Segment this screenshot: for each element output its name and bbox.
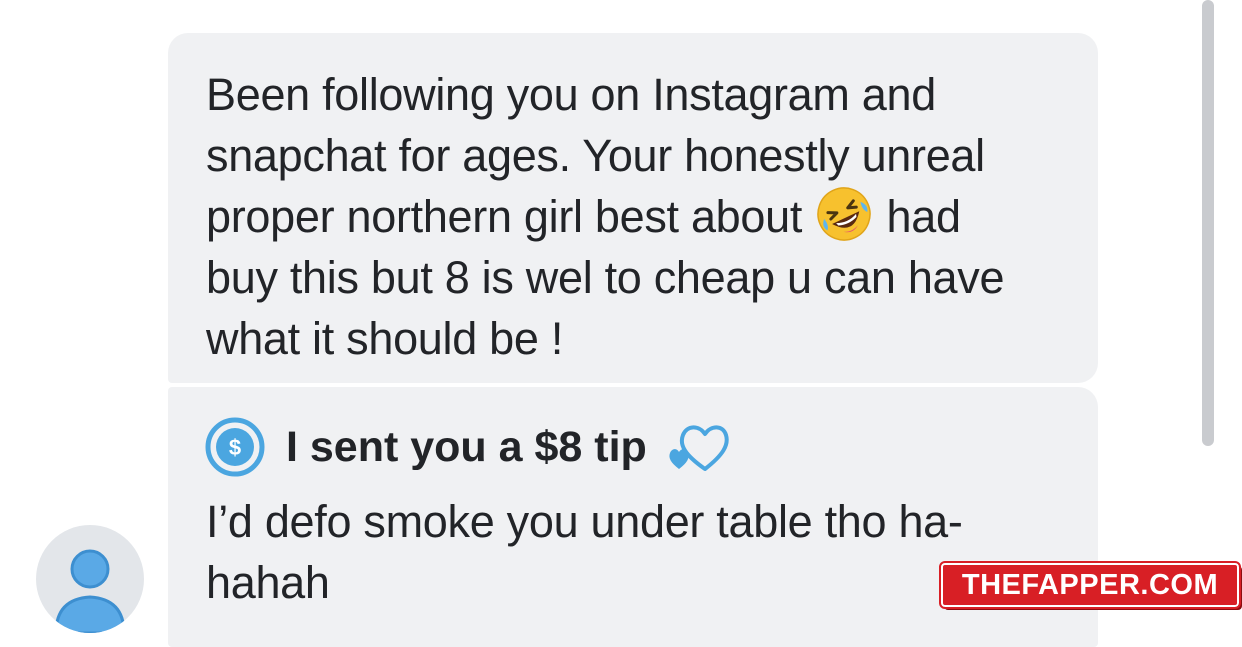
message-line: what it should be ! — [206, 313, 564, 364]
message-bubble-incoming: Been following you on Instagram and snap… — [168, 33, 1098, 383]
user-avatar[interactable] — [36, 525, 144, 633]
message-line: had — [886, 191, 961, 242]
svg-text:$: $ — [229, 435, 241, 460]
message-text: I’d defo smoke you under table tho ha- h… — [206, 491, 1068, 613]
message-line: buy this but 8 is wel to cheap u can hav… — [206, 252, 1005, 303]
tip-message-bubble: $ I sent you a $8 tip I’d defo smoke you… — [168, 387, 1098, 647]
message-line: snapchat for ages. Your honestly unreal — [206, 130, 985, 181]
message-line: proper northern girl best about — [206, 191, 803, 242]
message-text: Been following you on Instagram and snap… — [206, 64, 1068, 369]
watermark-text: THEFAPPER.COM — [961, 568, 1219, 601]
user-avatar-icon — [54, 549, 126, 633]
tip-row: $ I sent you a $8 tip — [204, 417, 1068, 477]
message-line: hahah — [206, 557, 330, 608]
watermark-logo: THEFAPPER.COM — [939, 561, 1241, 609]
scrollbar[interactable] — [1202, 0, 1214, 446]
rofl-emoji-icon — [817, 187, 872, 241]
tip-label: I sent you a $8 tip — [286, 422, 647, 471]
blue-hearts-icon — [669, 425, 729, 471]
message-line: Been following you on Instagram and — [206, 69, 936, 120]
dollar-circle-icon: $ — [205, 417, 265, 477]
message-line: I’d defo smoke you under table tho ha- — [206, 496, 963, 547]
